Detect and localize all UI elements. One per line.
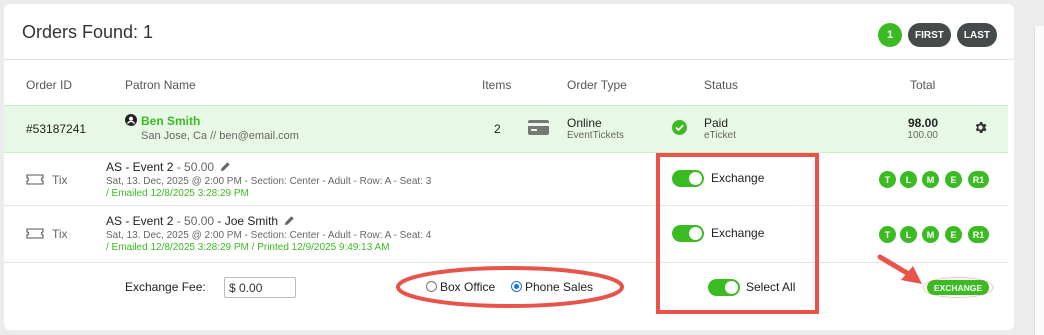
exchange-toggle-label: Exchange [711,226,765,240]
check-circle-icon [672,120,687,135]
ticket-badge-m[interactable]: M [922,226,939,243]
order-status-sub: eTicket [704,130,736,141]
ticket-badge-t[interactable]: T [879,171,896,188]
ticket-badge-l[interactable]: L [900,226,917,243]
ticket-details: Sat, 13. Dec, 2025 @ 2:00 PM - Section: … [106,230,432,241]
pagination: 1 FIRST LAST [878,23,997,47]
ticket-history: / Emailed 12/8/2025 3:28:29 PM [106,188,249,199]
order-total: 98.00 [907,116,938,130]
last-page-button[interactable]: LAST [956,23,997,47]
ticket-badge-e[interactable]: E [945,226,962,243]
pencil-icon[interactable] [284,215,295,226]
ticket-badge-r1[interactable]: R1 [968,226,989,243]
box-office-radio[interactable] [426,281,437,292]
col-order-type: Order Type [567,78,627,92]
first-page-button[interactable]: FIRST [908,23,951,47]
card-header: Orders Found: 1 1 FIRST LAST [4,4,1014,60]
patron-name-link[interactable]: Ben Smith [141,114,200,128]
select-all-label: Select All [746,280,796,294]
row-divider [4,262,1008,263]
exchange-toggle[interactable] [672,225,704,242]
col-order-id: Order ID [26,78,73,92]
col-status: Status [704,78,739,92]
exchange-toggle-label: Exchange [711,171,765,185]
page-title: Orders Found: 1 [22,22,154,42]
ticket-event: AS - Event 2 [106,214,174,228]
ticket-event: AS - Event 2 [106,160,174,174]
patron-info: San Jose, Ca // ben@email.com [141,130,299,142]
ticket-icon [26,228,44,239]
ticket-price: - 50.00 [173,214,215,228]
ticket-badge-l[interactable]: L [900,171,917,188]
ticket-title: AS - Event 2 - 50.00 [106,160,231,174]
user-icon [125,114,137,126]
ticket-title: AS - Event 2 - 50.00 - Joe Smith [106,214,295,228]
box-office-label[interactable]: Box Office [440,280,495,294]
order-total-original: 100.00 [907,130,938,141]
col-patron-name: Patron Name [125,78,196,92]
order-type: Online [567,116,602,130]
phone-sales-radio[interactable] [511,281,522,292]
ticket-badge-m[interactable]: M [922,171,939,188]
gear-icon[interactable] [973,120,988,135]
ticket-holder: - Joe Smith [214,214,279,228]
order-items-count: 2 [494,122,501,136]
ticket-badge-t[interactable]: T [879,226,896,243]
pencil-icon[interactable] [220,161,231,172]
ticket-badge-r1[interactable]: R1 [968,171,989,188]
exchange-fee-input[interactable] [224,277,296,298]
ticket-kind: Tix [52,173,68,187]
select-all-toggle[interactable] [708,279,740,296]
exchange-button[interactable]: EXCHANGE [927,280,989,295]
order-row[interactable] [4,105,1008,153]
phone-sales-label[interactable]: Phone Sales [525,280,593,294]
exchange-toggle[interactable] [672,170,704,187]
page-1-button[interactable]: 1 [878,23,902,47]
ticket-details: Sat, 13. Dec, 2025 @ 2:00 PM - Section: … [106,176,432,187]
order-id[interactable]: #53187241 [26,122,86,136]
order-type-sub: EventTickets [567,130,624,141]
col-items: Items [482,78,512,92]
row-divider [4,205,1008,206]
ticket-badge-e[interactable]: E [945,171,962,188]
ticket-kind: Tix [52,227,68,241]
credit-card-icon [528,120,549,135]
ticket-price: - 50.00 [173,160,215,174]
col-total: Total [910,78,936,92]
ticket-icon [26,174,44,185]
side-panel-edge [1034,26,1044,335]
ticket-history: / Emailed 12/8/2025 3:28:29 PM / Printed… [106,242,390,253]
exchange-fee-label: Exchange Fee: [125,280,206,294]
order-status: Paid [704,116,729,130]
